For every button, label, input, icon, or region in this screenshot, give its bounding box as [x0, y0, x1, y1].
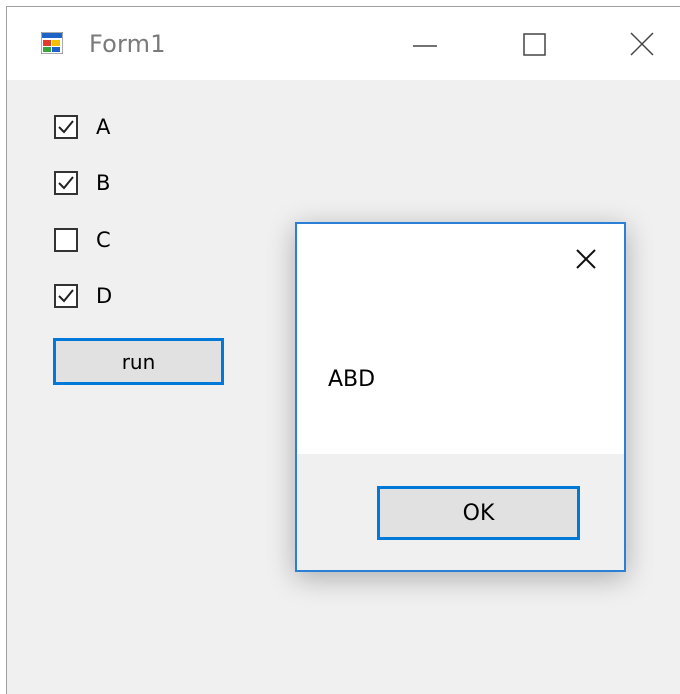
dialog-close-button[interactable]	[569, 242, 603, 276]
checkmark-icon	[58, 120, 74, 134]
checkbox-label: C	[96, 228, 111, 252]
message-box-dialog: ABD OK	[295, 222, 626, 572]
winforms-app-icon	[40, 31, 64, 55]
checkbox-box[interactable]	[54, 115, 78, 139]
checkbox-label: A	[96, 115, 111, 139]
checkbox-box[interactable]	[54, 171, 78, 195]
run-button[interactable]: run	[53, 338, 224, 385]
minimize-button[interactable]	[401, 19, 451, 69]
checkmark-icon	[58, 289, 74, 303]
maximize-button[interactable]	[511, 19, 561, 69]
close-icon	[576, 249, 596, 269]
checkbox-label: D	[96, 284, 113, 308]
dialog-message: ABD	[328, 367, 376, 392]
title-bar[interactable]: Form1	[7, 7, 680, 80]
checkbox-box[interactable]	[54, 284, 78, 308]
minimize-icon	[413, 45, 437, 47]
checkbox-label: B	[96, 171, 111, 195]
window-title: Form1	[89, 30, 166, 58]
checkmark-icon	[58, 176, 74, 190]
close-button[interactable]	[619, 19, 669, 69]
dialog-footer: OK	[297, 454, 624, 570]
checkbox-box[interactable]	[54, 228, 78, 252]
ok-button[interactable]: OK	[377, 486, 580, 540]
main-window: Form1 A B C D run ABD OK	[6, 6, 680, 694]
maximize-icon	[523, 33, 546, 56]
close-icon	[630, 32, 654, 56]
